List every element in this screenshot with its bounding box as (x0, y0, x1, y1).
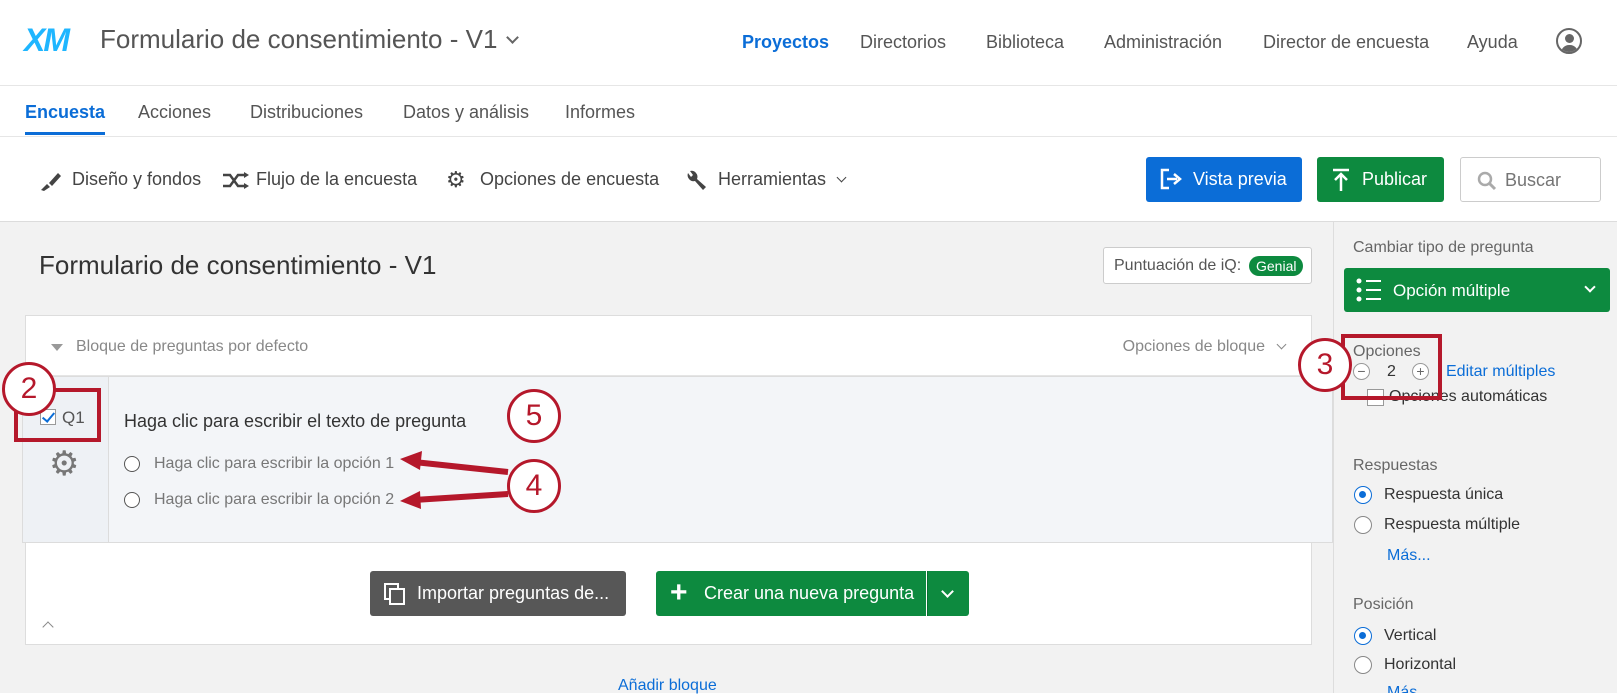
xm-logo[interactable]: XM (24, 22, 70, 59)
publish-button[interactable]: Publicar (1317, 157, 1444, 202)
chevron-down-icon (1584, 281, 1596, 293)
search-icon (1477, 171, 1497, 191)
tab-acciones[interactable]: Acciones (138, 102, 211, 123)
list-icon (1356, 278, 1381, 302)
survey-title: Formulario de consentimiento - V1 (39, 250, 437, 280)
multiple-answer-label[interactable]: Respuesta múltiple (1384, 516, 1520, 534)
publish-label: Publicar (1362, 169, 1428, 189)
collapse-triangle-icon[interactable] (51, 344, 63, 351)
horizontal-label[interactable]: Horizontal (1384, 656, 1456, 674)
survey-toolbar: Diseño y fondos Flujo de la encuesta ⚙ O… (0, 137, 1617, 222)
nav-ayuda[interactable]: Ayuda (1467, 32, 1518, 53)
copy-icon (384, 583, 405, 605)
top-bar: XM Formulario de consentimiento - V1 Pro… (0, 0, 1617, 86)
more-position-link[interactable]: Más... (1387, 684, 1431, 693)
nav-proyectos[interactable]: Proyectos (742, 32, 829, 53)
survey-canvas: Formulario de consentimiento - V1 Puntua… (0, 222, 1333, 695)
question-type-dropdown[interactable]: Opción múltiple (1344, 268, 1610, 312)
answers-label: Respuestas (1353, 457, 1438, 474)
nav-directorios[interactable]: Directorios (860, 32, 946, 53)
tab-encuesta[interactable]: Encuesta (25, 102, 106, 135)
flow-label: Flujo de la encuesta (256, 169, 418, 189)
question-text[interactable]: Haga clic para escribir el texto de preg… (124, 411, 466, 432)
block-header: Bloque de preguntas por defecto Opciones… (26, 316, 1311, 376)
change-type-label: Cambiar tipo de pregunta (1353, 239, 1534, 256)
callout-4: 4 (507, 459, 561, 513)
gear-icon: ⚙ (446, 166, 466, 192)
single-answer-radio[interactable] (1354, 486, 1372, 504)
flow-button[interactable]: Flujo de la encuesta (222, 169, 417, 190)
block-options-button[interactable]: Opciones de bloque (1123, 338, 1265, 356)
new-question-dropdown[interactable] (927, 571, 969, 616)
highlight-box-choices (1341, 334, 1442, 400)
wrench-icon (684, 170, 710, 190)
vertical-label[interactable]: Vertical (1384, 627, 1436, 645)
single-answer-label[interactable]: Respuesta única (1384, 486, 1503, 504)
iq-label: Puntuación de iQ: (1114, 257, 1242, 274)
chevron-down-icon (1276, 339, 1287, 350)
tab-datos-analisis[interactable]: Datos y análisis (403, 102, 529, 123)
block-name[interactable]: Bloque de preguntas por defecto (76, 338, 308, 356)
chevron-down-icon (836, 172, 847, 183)
paintbrush-icon (38, 170, 64, 191)
design-label: Diseño y fondos (72, 169, 202, 189)
preview-label: Vista previa (1193, 169, 1287, 189)
tab-informes[interactable]: Informes (565, 102, 635, 123)
survey-options-label: Opciones de encuesta (480, 169, 660, 189)
callout-2: 2 (2, 362, 56, 416)
tab-distribuciones[interactable]: Distribuciones (250, 102, 363, 123)
nav-administracion[interactable]: Administración (1104, 32, 1222, 53)
search-field[interactable] (1460, 157, 1601, 202)
shuffle-icon (222, 170, 249, 190)
project-title[interactable]: Formulario de consentimiento - V1 (100, 24, 497, 55)
tools-label: Herramientas (718, 169, 827, 189)
search-input[interactable] (1505, 170, 1595, 191)
question-q1[interactable]: Q1 ⚙ Haga clic para escribir el texto de… (22, 376, 1333, 543)
choice-2-label[interactable]: Haga clic para escribir la opción 2 (154, 491, 394, 509)
design-button[interactable]: Diseño y fondos (38, 169, 202, 191)
plus-icon: + (670, 576, 688, 609)
gear-icon[interactable]: ⚙ (49, 447, 79, 481)
choice-1[interactable]: Haga clic para escribir la opción 1 (124, 455, 394, 473)
chevron-up-icon[interactable] (42, 621, 54, 633)
new-question-button[interactable]: + Crear una nueva pregunta (656, 571, 926, 616)
callout-3: 3 (1298, 338, 1352, 392)
survey-options-button[interactable]: ⚙ Opciones de encuesta (446, 166, 660, 192)
position-label: Posición (1353, 596, 1414, 613)
more-answers-link[interactable]: Más... (1387, 547, 1431, 565)
import-questions-button[interactable]: Importar preguntas de... (370, 571, 626, 616)
exit-icon (1160, 168, 1182, 190)
question-properties-panel: Cambiar tipo de pregunta Opción múltiple… (1333, 222, 1617, 693)
tools-button[interactable]: Herramientas (684, 169, 847, 190)
callout-5: 5 (507, 389, 561, 443)
new-question-label: Crear una nueva pregunta (704, 583, 915, 603)
choice-1-label[interactable]: Haga clic para escribir la opción 1 (154, 455, 394, 473)
vertical-radio[interactable] (1354, 627, 1372, 645)
edit-multiple-link[interactable]: Editar múltiples (1446, 363, 1555, 381)
radio-icon (124, 492, 140, 508)
user-icon[interactable] (1556, 28, 1582, 54)
nav-director-encuesta[interactable]: Director de encuesta (1263, 32, 1429, 53)
question-block: Bloque de preguntas por defecto Opciones… (22, 315, 1333, 645)
chevron-down-icon[interactable] (506, 31, 519, 44)
add-block-link[interactable]: Añadir bloque (618, 677, 717, 695)
choice-2[interactable]: Haga clic para escribir la opción 2 (124, 491, 394, 509)
nav-biblioteca[interactable]: Biblioteca (986, 32, 1064, 53)
upload-icon (1333, 168, 1349, 191)
question-type-label: Opción múltiple (1393, 281, 1511, 300)
horizontal-radio[interactable] (1354, 656, 1372, 674)
import-label: Importar preguntas de... (417, 583, 610, 603)
radio-icon (124, 456, 140, 472)
preview-button[interactable]: Vista previa (1146, 157, 1302, 202)
multiple-answer-radio[interactable] (1354, 516, 1372, 534)
iq-score[interactable]: Puntuación de iQ: Genial (1103, 247, 1312, 284)
tab-bar: Encuesta Acciones Distribuciones Datos y… (0, 86, 1617, 137)
iq-badge: Genial (1249, 256, 1304, 276)
